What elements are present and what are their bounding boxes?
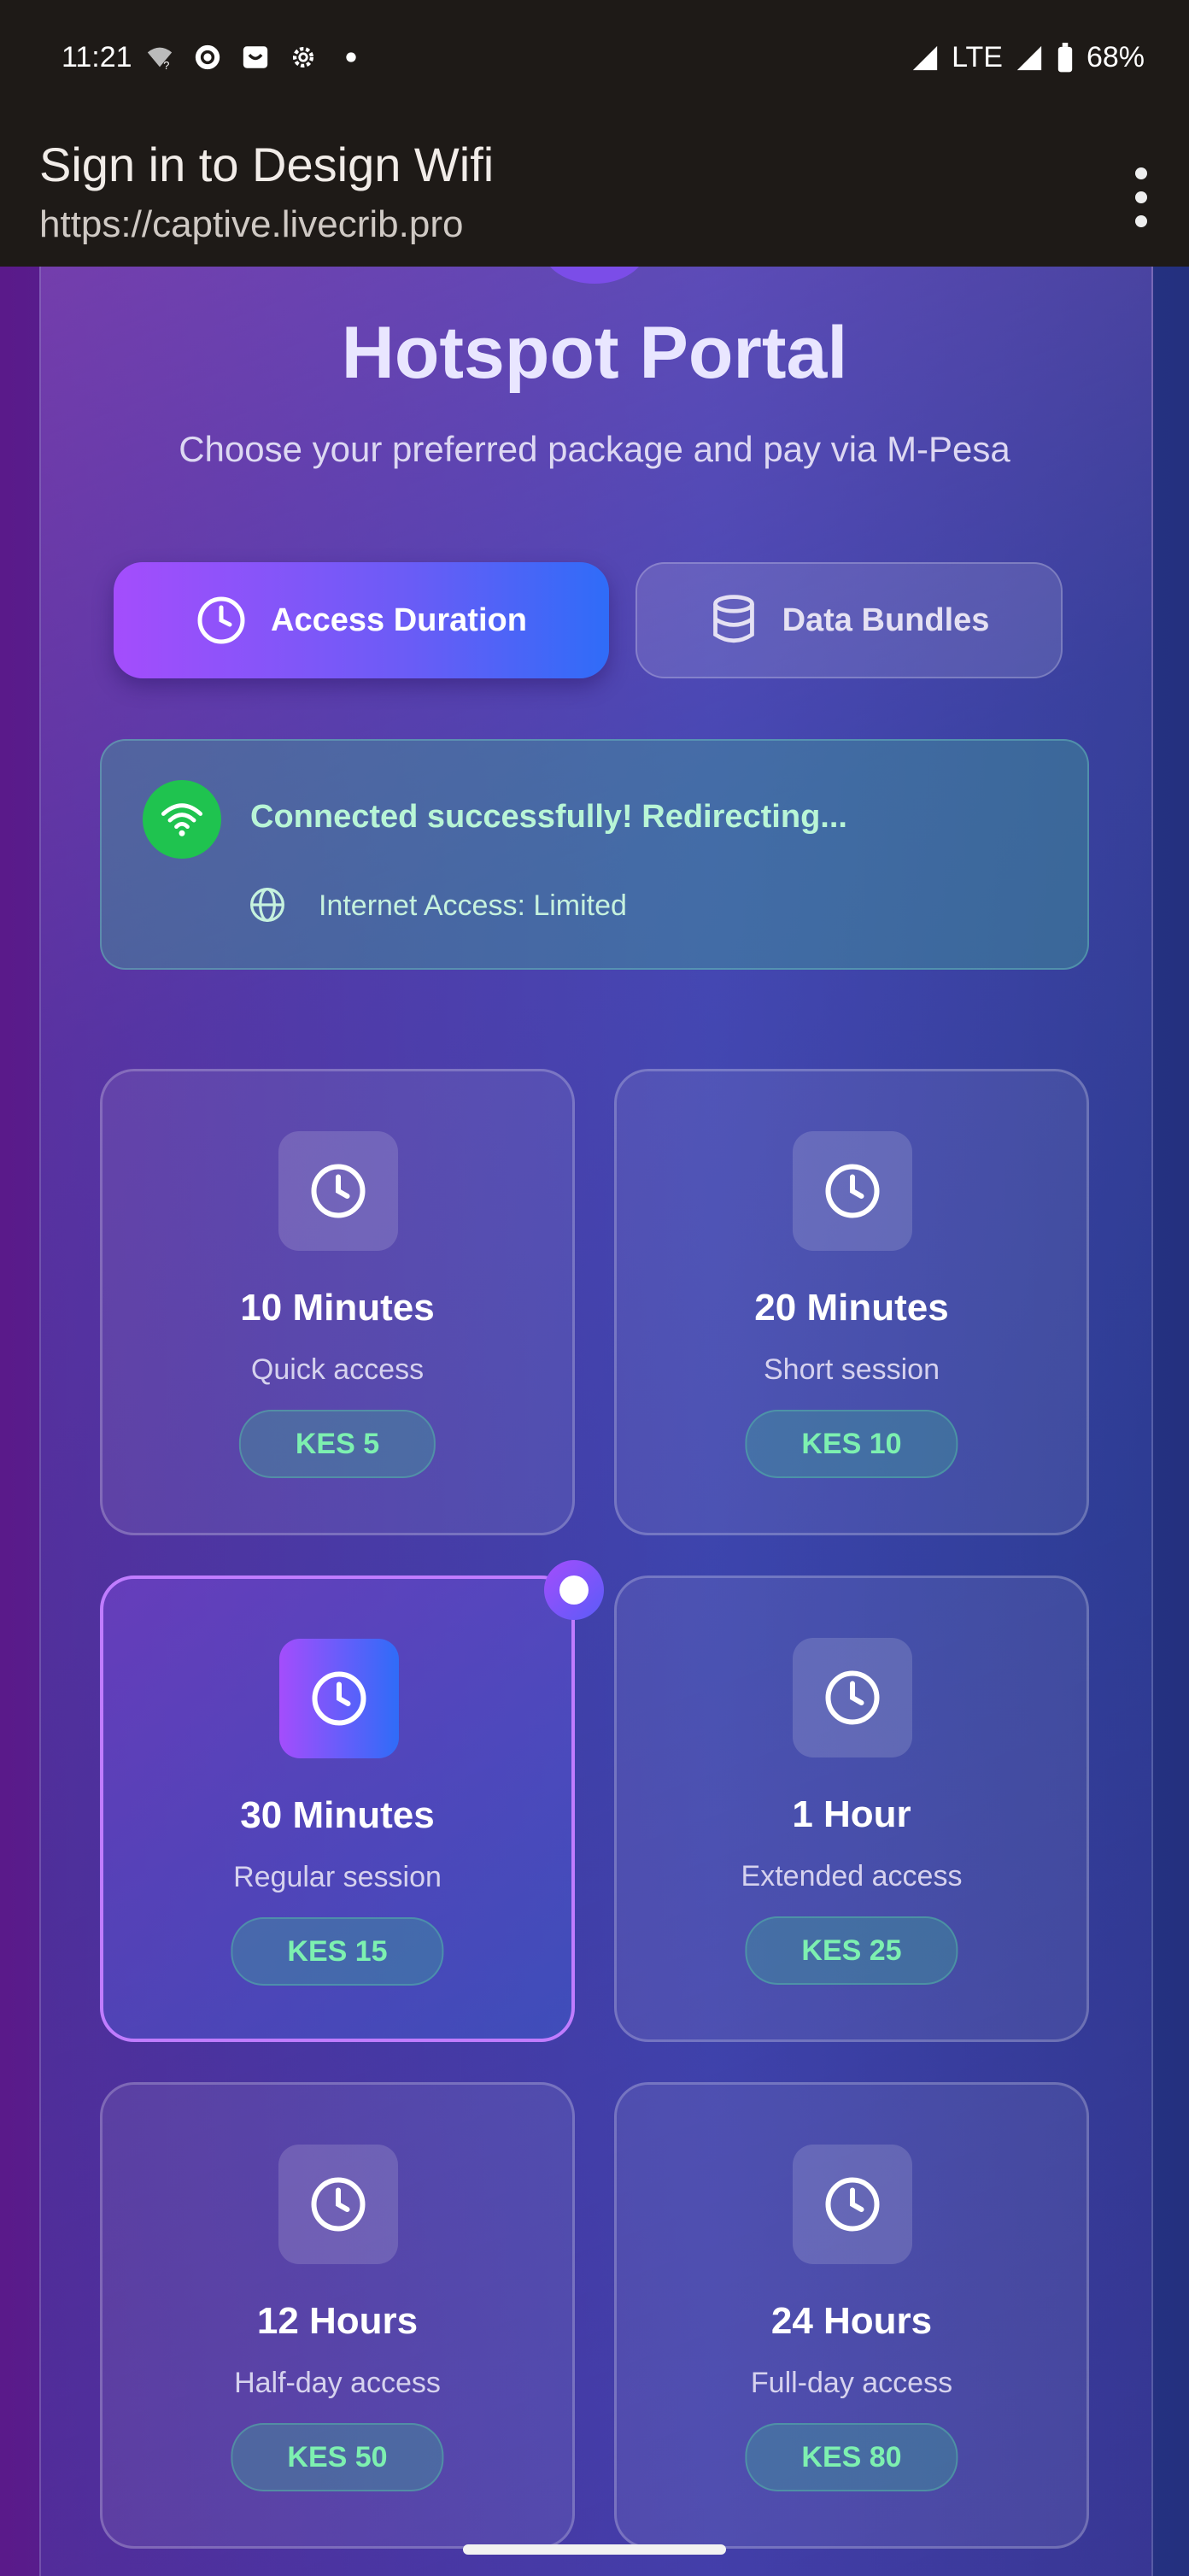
home-indicator[interactable] [463, 2544, 726, 2555]
package-description: Full-day access [750, 2367, 953, 2399]
package-description: Short session [764, 1353, 940, 1386]
signal-icon [912, 45, 938, 70]
portal-page: Hotspot Portal Choose your preferred pac… [0, 267, 1189, 2576]
package-description: Quick access [250, 1353, 425, 1386]
connection-status: Connected successfully! Redirecting... I… [100, 739, 1089, 970]
browser-url[interactable]: https://captive.livecrib.pro [39, 203, 463, 246]
package-name: 30 Minutes [240, 1794, 435, 1836]
clock-icon [793, 1131, 912, 1251]
page-subtitle: Choose your preferred package and pay vi… [179, 429, 1010, 469]
package-card[interactable]: 1 Hour Extended access KES 25 [614, 1576, 1089, 2042]
clock-icon [278, 2145, 398, 2264]
clock-icon [793, 2145, 912, 2264]
clock-icon [793, 1638, 912, 1757]
package-card[interactable]: 20 Minutes Short session KES 10 [614, 1069, 1089, 1535]
status-time: 11:21 [62, 41, 132, 73]
clock-icon [279, 1639, 399, 1758]
package-price: KES 5 [238, 1410, 436, 1478]
shop-icon [243, 46, 268, 68]
signal-icon-2 [1016, 45, 1042, 70]
package-card-selected[interactable]: 30 Minutes Regular session KES 15 [100, 1560, 604, 2042]
package-name: 20 Minutes [754, 1287, 949, 1329]
network-label: LTE [952, 41, 1003, 73]
tab-access-duration[interactable]: Access Duration [114, 562, 609, 678]
package-price: KES 25 [745, 1916, 958, 1985]
browser-bar: Sign in to Design Wifi https://captive.l… [0, 120, 1189, 267]
package-name: 12 Hours [256, 2300, 419, 2342]
package-price: KES 10 [745, 1410, 958, 1478]
battery-icon [1057, 42, 1073, 72]
package-price: KES 50 [231, 2423, 444, 2491]
tab-label: Access Duration [271, 601, 527, 638]
access-status: Internet Access: Limited [319, 889, 627, 922]
package-name: 24 Hours [770, 2300, 933, 2342]
clock-icon [278, 1131, 398, 1251]
overflow-menu-icon[interactable] [1133, 167, 1150, 227]
package-card[interactable]: 10 Minutes Quick access KES 5 [100, 1069, 575, 1535]
package-name: 1 Hour [792, 1793, 911, 1835]
package-description: Extended access [741, 1860, 963, 1892]
package-price: KES 15 [231, 1917, 444, 1986]
tab-data-bundles[interactable]: Data Bundles [636, 562, 1063, 678]
tab-label: Data Bundles [782, 601, 990, 638]
wifi-question-icon: ? [147, 47, 173, 72]
package-name: 10 Minutes [240, 1287, 435, 1329]
battery-label: 68% [1086, 41, 1145, 73]
gear-icon [292, 46, 314, 68]
dot-icon [346, 52, 356, 62]
status-right: LTE 68% [911, 41, 1145, 74]
selected-indicator [544, 1560, 604, 1620]
package-price: KES 80 [745, 2423, 958, 2491]
page-title: Hotspot Portal [341, 312, 848, 394]
status-bar: 11:21 ? LTE 68% [0, 0, 1189, 120]
package-description: Half-day access [234, 2367, 441, 2399]
svg-text:?: ? [163, 59, 169, 72]
package-card[interactable]: 12 Hours Half-day access KES 50 [100, 2082, 575, 2549]
status-icons: ? [145, 43, 366, 72]
package-card[interactable]: 24 Hours Full-day access KES 80 [614, 2082, 1089, 2549]
clock-icon [197, 596, 245, 644]
package-description: Regular session [233, 1861, 442, 1893]
connection-message: Connected successfully! Redirecting... [250, 799, 847, 835]
circle-icon [195, 44, 220, 70]
database-icon [712, 595, 754, 643]
browser-title: Sign in to Design Wifi [39, 138, 495, 191]
wifi-icon [143, 780, 221, 859]
globe-icon [250, 888, 284, 922]
